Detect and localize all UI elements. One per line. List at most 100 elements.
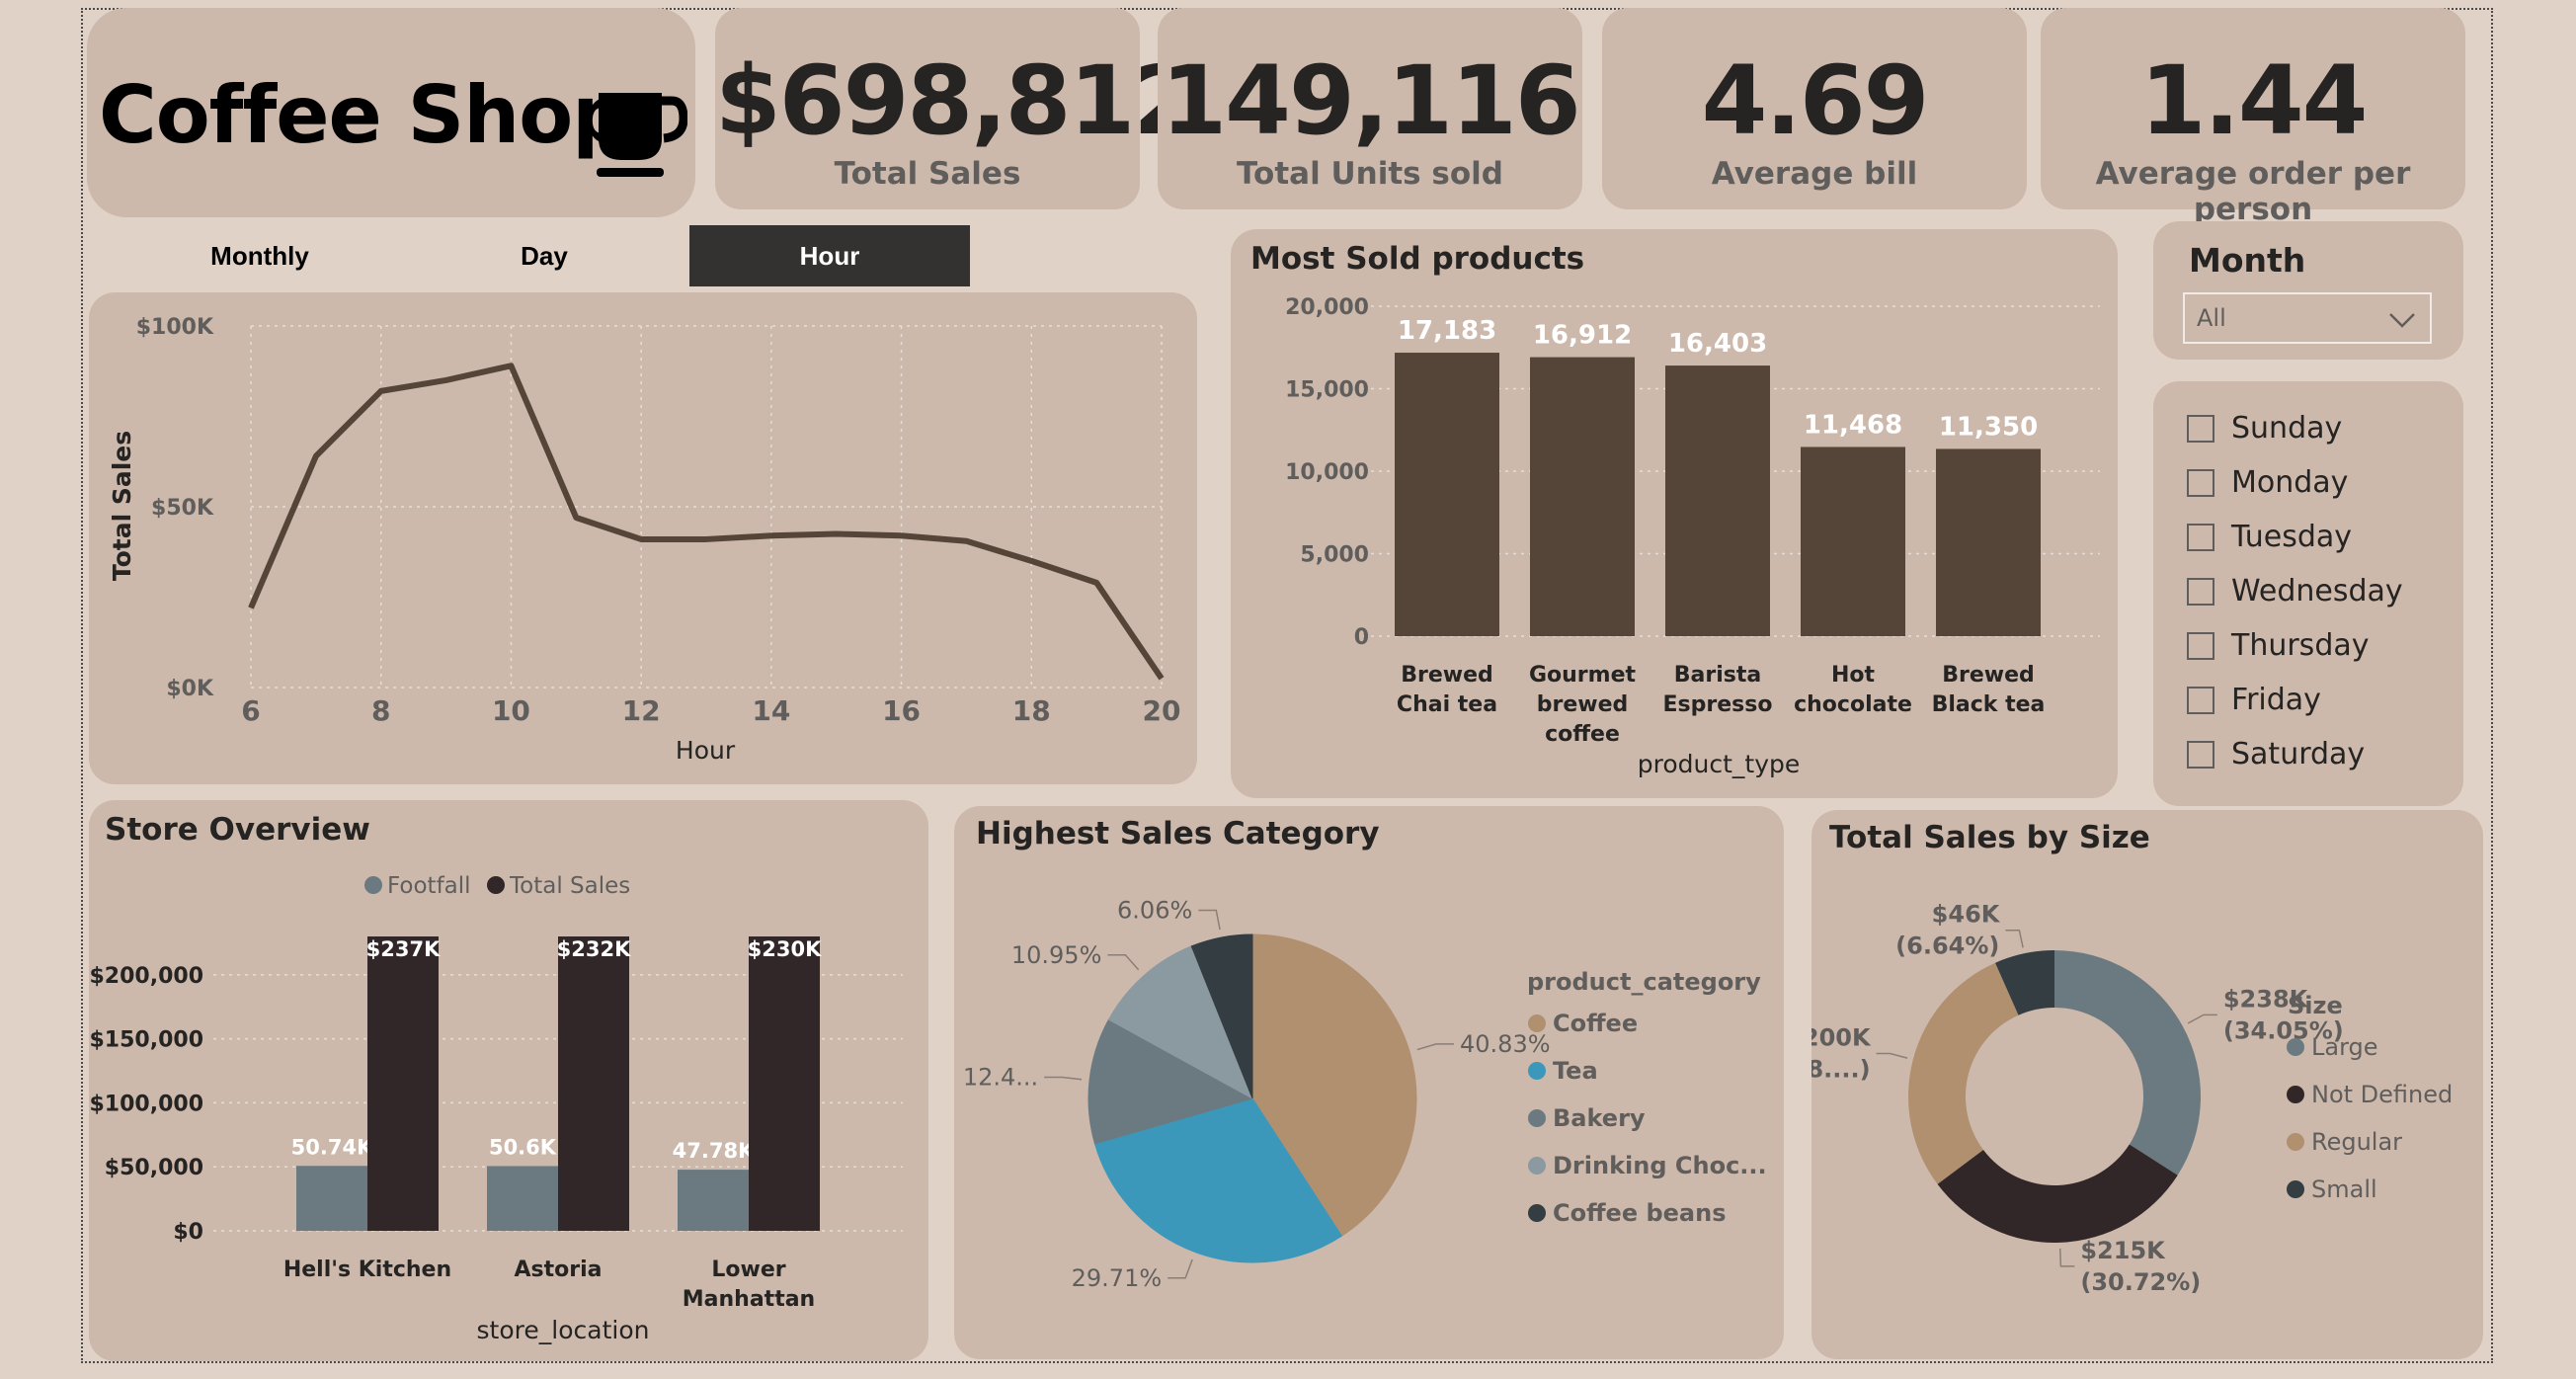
data-label: $237K — [366, 937, 441, 961]
leader-line — [2058, 1248, 2075, 1267]
day-checkbox[interactable] — [2187, 632, 2214, 660]
day-checkbox[interactable] — [2187, 524, 2214, 551]
day-checkbox[interactable] — [2187, 687, 2214, 714]
bar — [1665, 365, 1770, 636]
legend-label: Total Sales — [509, 873, 630, 899]
legend-label: Tea — [1553, 1057, 1598, 1085]
data-label: 16,912 — [1533, 321, 1632, 351]
x-tick-label: Hot — [1831, 663, 1876, 688]
coffee-cup-icon — [597, 93, 687, 177]
day-label: Tuesday — [2231, 520, 2353, 554]
day-checkbox[interactable] — [2187, 741, 2214, 769]
data-label: (28....) — [1811, 1056, 1871, 1084]
donut-slice — [2054, 950, 2201, 1176]
month-dropdown[interactable]: All — [2183, 292, 2432, 344]
kpi-value: 1.44 — [2139, 45, 2369, 156]
month-dropdown-value: All — [2197, 304, 2226, 332]
bar — [1395, 353, 1499, 636]
data-label: 50.6K — [489, 1135, 557, 1159]
legend-label: Coffee — [1553, 1010, 1638, 1037]
sales-bar — [749, 936, 820, 1231]
y-tick-label: $150,000 — [89, 1028, 203, 1053]
tab-day[interactable]: Day — [401, 225, 687, 286]
data-label: $215K — [2080, 1237, 2166, 1264]
x-axis-title: product_type — [1638, 750, 1801, 778]
y-tick-label: 10,000 — [1285, 460, 1369, 485]
kpi-card-average-bill: 4.69 Average bill — [1602, 8, 2027, 209]
footfall-bar — [678, 1170, 749, 1231]
kpi-card-average-order: 1.44 Average order per person — [2041, 8, 2465, 227]
series-line — [248, 363, 1165, 681]
kpi-value: $698,812 — [715, 45, 1199, 156]
legend-title: product_category — [1527, 968, 1761, 996]
leader-line — [1876, 1052, 1908, 1059]
x-tick-label: 18 — [1012, 694, 1051, 727]
legend-marker — [364, 876, 382, 894]
y-tick-label: $100K — [136, 315, 214, 340]
day-checkbox[interactable] — [2187, 415, 2214, 443]
leader-line — [1044, 1076, 1083, 1081]
store-overview-chart: $0 $50,000 $100,000 $150,000 $200,000 Footfal… — [89, 873, 903, 1344]
dashboard-canvas: Coffee Shop $698,812 Total Sales 149,116… — [0, 0, 2576, 1379]
hour-line-chart: 6 8 10 12 14 16 18 20 $0K $50K $100K Hour Total Sale… — [108, 315, 1180, 765]
y-tick-label: $100,000 — [89, 1092, 203, 1116]
legend-marker — [1528, 1157, 1546, 1175]
day-checkbox[interactable] — [2187, 469, 2214, 497]
x-tick-label: 12 — [622, 694, 661, 727]
legend-title: Size — [2288, 992, 2343, 1019]
data-label: 17,183 — [1398, 316, 1496, 346]
most-sold-chart: 0 5,000 10,000 15,000 20,000 17,183 Brewed Chai… — [1285, 295, 2100, 778]
most-sold-card: Most Sold products 0 5,000 10,000 15,000 20,… — [1231, 229, 2118, 798]
footfall-bar — [487, 1166, 558, 1231]
y-tick-label: 20,000 — [1285, 295, 1369, 320]
legend-label: Small — [2311, 1176, 2377, 1203]
legend-marker — [2287, 1180, 2304, 1198]
tab-hour[interactable]: Hour — [689, 225, 970, 286]
kpi-value: 4.69 — [1701, 45, 1930, 156]
data-label: $200K — [1811, 1024, 1872, 1052]
x-axis-title: Hour — [676, 736, 736, 765]
kpi-value: 149,116 — [1161, 45, 1580, 156]
data-label: 40.83% — [1460, 1030, 1551, 1058]
data-label: 50.74K — [291, 1135, 373, 1159]
day-label: Friday — [2231, 683, 2321, 717]
legend-label: Footfall — [387, 873, 471, 899]
legend-marker — [2287, 1086, 2304, 1103]
kpi-label: Total Sales — [834, 156, 1021, 192]
day-checkbox[interactable] — [2187, 578, 2214, 606]
legend-label: Bakery — [1553, 1104, 1646, 1132]
tab-monthly[interactable]: Monthly — [119, 225, 401, 286]
y-tick-label: $50K — [151, 496, 214, 521]
legend-marker — [1528, 1014, 1546, 1032]
leader-line — [1107, 954, 1140, 971]
bar — [1936, 448, 2041, 636]
data-label: $230K — [748, 937, 822, 961]
day-label: Wednesday — [2231, 574, 2403, 608]
day-label: Thursday — [2231, 628, 2370, 663]
footfall-bar — [296, 1166, 367, 1231]
x-tick-label: Espresso — [1663, 692, 1773, 717]
bar — [1530, 357, 1635, 636]
x-tick-label: Barista — [1674, 663, 1761, 688]
y-tick-label: $0K — [166, 677, 214, 701]
kpi-card-total-sales: $698,812 Total Sales — [715, 8, 1199, 209]
x-tick-label: Chai tea — [1397, 692, 1497, 717]
y-tick-label: $200,000 — [89, 964, 203, 989]
data-label: 6.06% — [1117, 897, 1192, 925]
leader-line — [1198, 909, 1221, 931]
legend-label: Large — [2311, 1033, 2378, 1061]
y-tick-label: 0 — [1354, 625, 1369, 650]
x-tick-label: Black tea — [1932, 692, 2046, 717]
x-tick-label: Brewed — [1942, 663, 2035, 688]
legend-label: Regular — [2311, 1128, 2402, 1156]
sales-bar — [367, 936, 439, 1231]
title-card: Coffee Shop — [87, 8, 695, 217]
category-pie-chart: 40.83% 29.71% 12.4... 10.95% 6.06% product_ca… — [963, 897, 1767, 1292]
data-label: 12.4... — [963, 1064, 1038, 1092]
x-tick-label: Astoria — [515, 1257, 603, 1282]
size-donut-card: Total Sales by Size $238K (34.05%) $215K (3… — [1811, 810, 2483, 1359]
kpi-label: Average order per person — [2095, 156, 2411, 227]
x-tick-label: brewed — [1537, 692, 1629, 717]
page-title: Coffee Shop — [99, 69, 628, 161]
x-tick-label: Gourmet — [1529, 663, 1637, 688]
